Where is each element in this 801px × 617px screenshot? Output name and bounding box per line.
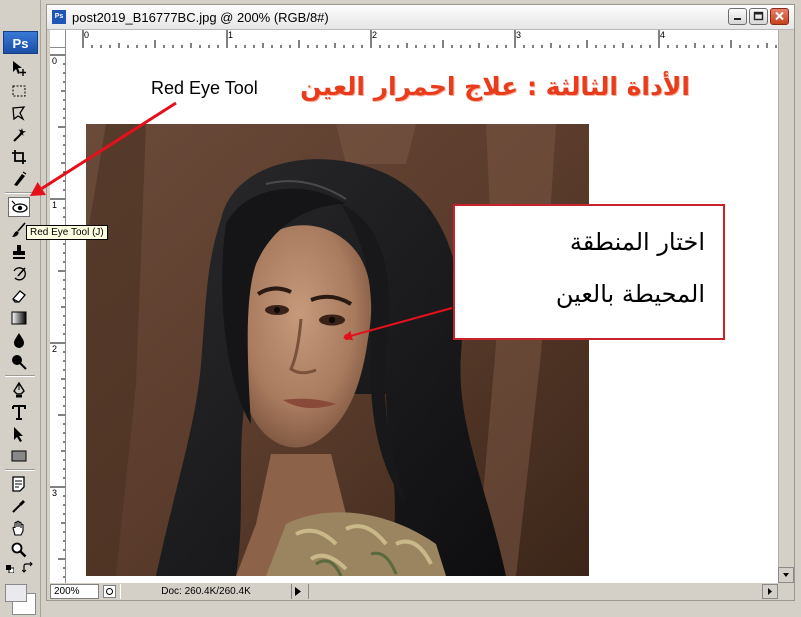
tools-palette: Ps: [0, 0, 41, 617]
crop-icon[interactable]: [8, 147, 30, 167]
scroll-right-button[interactable]: [762, 584, 778, 599]
document-window: Ps post2019_B16777BC.jpg @ 200% (RGB/8#)…: [46, 4, 795, 601]
close-button[interactable]: [770, 8, 789, 25]
vertical-scrollbar[interactable]: [778, 30, 794, 583]
stamp-icon[interactable]: [8, 242, 30, 262]
maximize-button[interactable]: [749, 8, 768, 25]
document-size-info: Doc: 260.4K/260.4K: [120, 584, 292, 599]
portrait-photo: [86, 124, 589, 576]
callout-line: المحيطة بالعين: [555, 280, 705, 308]
lasso-icon[interactable]: [8, 103, 30, 123]
tool-tooltip: Red Eye Tool (J): [26, 225, 108, 240]
red-eye-icon[interactable]: [8, 197, 30, 217]
blur-icon[interactable]: [8, 330, 30, 350]
history-brush-icon[interactable]: [8, 264, 30, 284]
instruction-callout: اختار المنطقة المحيطة بالعين: [453, 204, 725, 340]
status-bar: 200% Doc: 260.4K/260.4K: [50, 584, 778, 599]
dodge-icon[interactable]: [8, 352, 30, 372]
ruler-label: 1: [52, 200, 58, 210]
swap-colors-icon[interactable]: [22, 562, 34, 574]
photoshop-logo[interactable]: Ps: [3, 31, 38, 54]
arabic-title: الأداة الثالثة : علاج احمرار العين: [300, 72, 690, 101]
ruler-label: 1: [228, 30, 234, 40]
notes-icon[interactable]: [8, 474, 30, 494]
horizontal-scrollbar[interactable]: [308, 584, 778, 599]
document-title: post2019_B16777BC.jpg @ 200% (RGB/8#): [72, 10, 329, 25]
default-colors-icon[interactable]: [6, 565, 14, 573]
vertical-ruler[interactable]: 0 1 2 3: [50, 48, 66, 583]
horizontal-ruler[interactable]: 0 1 2 3 4: [66, 30, 778, 49]
hand-icon[interactable]: [8, 518, 30, 538]
magic-wand-icon[interactable]: [8, 125, 30, 145]
gradient-icon[interactable]: [8, 308, 30, 328]
scroll-down-button[interactable]: [778, 567, 794, 583]
status-icon[interactable]: [103, 585, 116, 598]
eyedropper-icon[interactable]: [8, 496, 30, 516]
ruler-label: 2: [372, 30, 378, 40]
eraser-icon[interactable]: [8, 286, 30, 306]
slice-icon[interactable]: [8, 169, 30, 189]
rectangle-icon[interactable]: [8, 446, 30, 466]
ruler-label: 0: [84, 30, 90, 40]
status-menu-arrow-icon[interactable]: [293, 586, 303, 597]
ruler-label: 0: [52, 56, 58, 66]
pen-icon[interactable]: [8, 380, 30, 400]
minimize-button[interactable]: [728, 8, 747, 25]
ruler-origin[interactable]: [50, 30, 66, 48]
zoom-level-field[interactable]: 200%: [50, 584, 99, 599]
path-selection-icon[interactable]: [8, 424, 30, 444]
foreground-color-swatch[interactable]: [5, 584, 27, 602]
english-caption: Red Eye Tool: [151, 78, 258, 98]
document-titlebar[interactable]: Ps post2019_B16777BC.jpg @ 200% (RGB/8#): [47, 5, 794, 30]
ruler-label: 3: [516, 30, 522, 40]
ruler-label: 4: [660, 30, 666, 40]
document-icon: Ps: [52, 10, 66, 24]
type-icon[interactable]: [8, 402, 30, 422]
marquee-icon[interactable]: [8, 81, 30, 101]
zoom-icon[interactable]: [8, 540, 30, 560]
ruler-label: 2: [52, 344, 58, 354]
ruler-label: 3: [52, 488, 58, 498]
image-canvas[interactable]: Red Eye Tool الأداة الثالثة : علاج احمرا…: [66, 48, 778, 583]
callout-line: اختار المنطقة: [569, 228, 705, 256]
move-icon[interactable]: [8, 58, 30, 78]
